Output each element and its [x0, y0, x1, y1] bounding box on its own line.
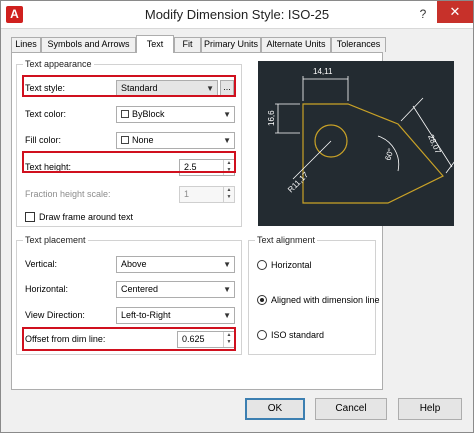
tab-alternate-units[interactable]: Alternate Units [261, 37, 331, 52]
text-color-select[interactable]: ByBlock ▼ [116, 106, 235, 123]
tab-text[interactable]: Text [136, 35, 174, 53]
radio-horizontal-label: Horizontal [271, 260, 312, 270]
radio-iso-standard[interactable] [257, 330, 267, 340]
tab-lines[interactable]: Lines [11, 37, 41, 52]
close-button[interactable]: ✕ [437, 1, 473, 23]
text-color-value: ByBlock [132, 109, 165, 119]
vertical-value: Above [121, 259, 147, 269]
chevron-down-icon: ▼ [223, 260, 231, 269]
spinner-arrows-icon[interactable]: ▲ ▼ [223, 187, 234, 202]
tab-primary-units[interactable]: Primary Units [201, 37, 261, 52]
draw-frame-label: Draw frame around text [39, 212, 134, 222]
dialog-window: A Modify Dimension Style: ISO-25 ? ✕ Lin… [0, 0, 474, 433]
offset-highlight [22, 327, 236, 351]
text-placement-legend: Text placement [23, 235, 88, 245]
dim-14-11: 14,11 [313, 67, 333, 76]
fill-color-select[interactable]: None ▼ [116, 132, 235, 149]
text-appearance-legend: Text appearance [23, 59, 94, 69]
view-direction-select[interactable]: Left-to-Right ▼ [116, 307, 235, 324]
chevron-down-icon: ▼ [223, 136, 231, 145]
view-direction-label: View Direction: [25, 310, 85, 320]
text-alignment-group: Text alignment Horizontal Aligned with d… [248, 235, 380, 355]
tab-symbols-and-arrows[interactable]: Symbols and Arrows [41, 37, 136, 52]
horizontal-select[interactable]: Centered ▼ [116, 281, 235, 298]
fraction-height-scale-label: Fraction height scale: [25, 189, 111, 199]
radio-aligned[interactable] [257, 295, 267, 305]
tab-tolerances[interactable]: Tolerances [331, 37, 386, 52]
radio-iso-standard-label: ISO standard [271, 330, 325, 340]
dimension-preview: 14,11 16,6 28,07 60° R11,17 [258, 61, 456, 226]
ok-button[interactable]: OK [245, 398, 305, 420]
text-color-label: Text color: [25, 109, 67, 119]
horizontal-label: Horizontal: [25, 284, 69, 294]
text-style-highlight [22, 75, 236, 97]
color-swatch-icon [121, 136, 129, 144]
fill-color-value: None [132, 135, 154, 145]
help-icon[interactable]: ? [411, 3, 435, 25]
text-alignment-legend: Text alignment [255, 235, 318, 245]
preview-drawing: 14,11 16,6 28,07 60° R11,17 [267, 67, 456, 204]
radio-horizontal[interactable] [257, 260, 267, 270]
draw-frame-checkbox[interactable] [25, 212, 35, 222]
horizontal-value: Centered [121, 284, 159, 294]
dim-28-07: 28,07 [426, 133, 443, 155]
radio-aligned-label: Aligned with dimension line [271, 295, 380, 305]
fraction-height-scale-value: 1 [184, 189, 190, 199]
fill-color-label: Fill color: [25, 135, 62, 145]
view-direction-value: Left-to-Right [121, 310, 171, 320]
dim-16-6: 16,6 [267, 110, 276, 126]
text-height-highlight [22, 151, 236, 173]
chevron-down-icon: ▼ [223, 311, 231, 320]
chevron-down-icon: ▼ [223, 285, 231, 294]
tab-fit[interactable]: Fit [174, 37, 201, 52]
chevron-down-icon: ▼ [223, 110, 231, 119]
vertical-select[interactable]: Above ▼ [116, 256, 235, 273]
dialog-title: Modify Dimension Style: ISO-25 [144, 7, 330, 22]
text-tab-panel: Text appearance Text style: Standard ▼ .… [11, 52, 456, 390]
dim-60-deg: 60° [383, 147, 395, 161]
fraction-height-scale-input[interactable]: 1 ▲ ▼ [179, 186, 235, 203]
color-swatch-icon [121, 110, 129, 118]
vertical-label: Vertical: [25, 259, 58, 269]
cancel-button[interactable]: Cancel [315, 398, 387, 420]
help-button[interactable]: Help [398, 398, 462, 420]
title-bar: A Modify Dimension Style: ISO-25 ? ✕ [1, 1, 473, 29]
